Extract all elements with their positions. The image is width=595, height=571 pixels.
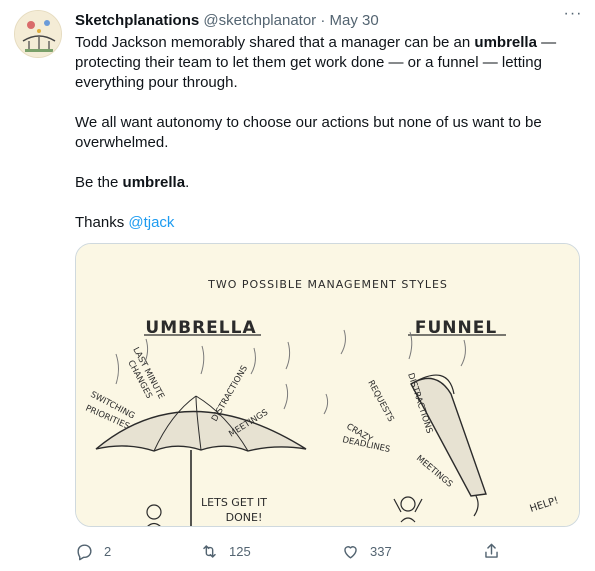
- done-label: DONE!: [226, 511, 263, 524]
- reply-count: 2: [104, 543, 112, 559]
- like-count: 337: [370, 543, 392, 559]
- tweet-actions: 2 125 337: [75, 540, 580, 562]
- separator-dot: ·: [320, 12, 326, 29]
- tweet-date[interactable]: May 30: [330, 12, 379, 29]
- heart-icon: [344, 545, 357, 559]
- mention-link[interactable]: @tjack: [128, 214, 174, 231]
- tweet-paragraph-3: Be the umbrella.: [75, 173, 580, 193]
- tweet: Sketchplanations @sketchplanator · May 3…: [0, 0, 595, 571]
- tweet-bold-umbrella: umbrella: [122, 174, 186, 191]
- more-options-button[interactable]: ···: [561, 6, 585, 26]
- tweet-text: Todd Jackson memorably shared that a man…: [75, 33, 580, 233]
- tweet-header: Sketchplanations @sketchplanator · May 3…: [75, 11, 575, 31]
- tweet-text-segment: Be the: [75, 174, 123, 191]
- reply-button[interactable]: 2: [75, 540, 111, 562]
- retweet-icon: [203, 544, 216, 558]
- tweet-text-segment: Todd Jackson memorably shared that a man…: [75, 34, 475, 51]
- share-icon: [485, 543, 498, 558]
- author-name[interactable]: Sketchplanations: [75, 12, 199, 29]
- author-handle[interactable]: @sketchplanator: [203, 12, 316, 29]
- share-button[interactable]: [482, 540, 511, 562]
- tweet-text-segment: Thanks: [75, 214, 129, 231]
- reply-icon: [77, 543, 92, 560]
- tweet-image[interactable]: TWO POSSIBLE MANAGEMENT STYLES UMBRELLA …: [75, 243, 580, 527]
- tweet-paragraph-1: Todd Jackson memorably shared that a man…: [75, 33, 580, 93]
- like-button[interactable]: 337: [341, 540, 392, 562]
- retweet-count: 125: [229, 543, 251, 559]
- sketch-illustration: TWO POSSIBLE MANAGEMENT STYLES UMBRELLA …: [76, 244, 579, 526]
- avatar[interactable]: [14, 10, 62, 58]
- retweet-button[interactable]: 125: [200, 540, 251, 562]
- image-title: TWO POSSIBLE MANAGEMENT STYLES: [207, 278, 448, 291]
- lets-get-it-label: LETS GET IT: [201, 496, 267, 509]
- tweet-text-segment: .: [185, 174, 190, 191]
- tweet-paragraph-2: We all want autonomy to choose our actio…: [75, 114, 542, 151]
- tweet-bold-umbrella: umbrella: [474, 34, 537, 51]
- tweet-paragraph-4: Thanks @tjack: [75, 213, 580, 233]
- avatar-illustration: [15, 11, 61, 57]
